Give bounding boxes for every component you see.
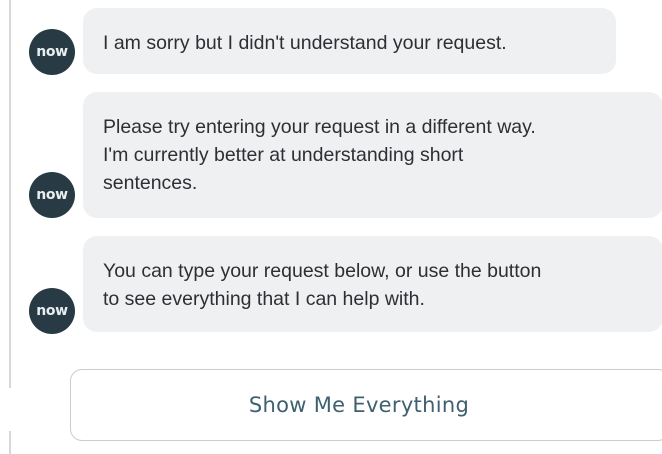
- message-bubble: Please try entering your request in a di…: [83, 92, 662, 218]
- now-logo-icon: now: [36, 187, 68, 203]
- chat-panel-left-border: [9, 0, 11, 388]
- message-bubble: You can type your request below, or use …: [83, 236, 662, 332]
- now-logo-icon: now: [36, 303, 68, 319]
- show-me-everything-button[interactable]: Show Me Everything: [70, 369, 662, 441]
- message-text: I am sorry but I didn't understand your …: [103, 32, 507, 54]
- message-bubble: I am sorry but I didn't understand your …: [83, 8, 616, 74]
- now-logo-avatar: now: [29, 29, 75, 75]
- message-text: You can type your request below, or use …: [103, 260, 542, 310]
- now-logo-avatar: now: [29, 288, 75, 334]
- chat-panel-left-border-lower: [9, 431, 11, 454]
- now-logo-avatar: now: [29, 172, 75, 218]
- now-logo-icon: now: [36, 44, 68, 60]
- message-text: Please try entering your request in a di…: [103, 116, 536, 194]
